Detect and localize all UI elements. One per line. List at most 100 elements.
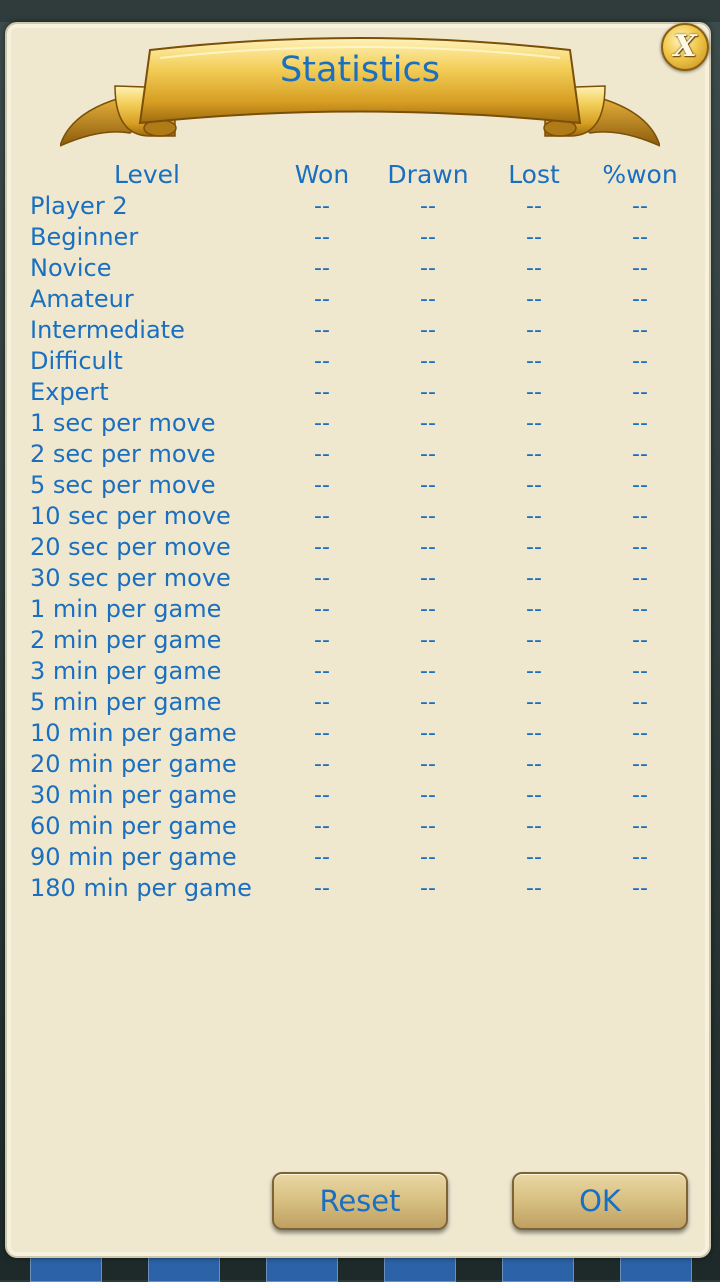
row-won-value: -- — [314, 256, 330, 281]
row-level-label: Intermediate — [30, 316, 185, 344]
table-row: Amateur -- -- -- -- — [0, 284, 720, 315]
toolbar-tab — [620, 1256, 692, 1282]
row-won-value: -- — [314, 876, 330, 901]
row-lost-value: -- — [526, 628, 542, 653]
row-drawn-value: -- — [420, 504, 436, 529]
row-pct-value: -- — [632, 411, 648, 436]
row-won-value: -- — [314, 473, 330, 498]
row-lost-value: -- — [526, 194, 542, 219]
row-pct-value: -- — [632, 349, 648, 374]
row-won-value: -- — [314, 318, 330, 343]
table-row: 1 min per game -- -- -- -- — [0, 594, 720, 625]
row-won-value: -- — [314, 752, 330, 777]
row-level-label: Expert — [30, 378, 109, 406]
row-won-value: -- — [314, 690, 330, 715]
table-row: Novice -- -- -- -- — [0, 253, 720, 284]
row-level-label: 20 min per game — [30, 750, 237, 778]
row-won-value: -- — [314, 411, 330, 436]
row-pct-value: -- — [632, 783, 648, 808]
row-won-value: -- — [314, 194, 330, 219]
row-won-value: -- — [314, 628, 330, 653]
table-row: 3 min per game -- -- -- -- — [0, 656, 720, 687]
row-lost-value: -- — [526, 473, 542, 498]
row-level-label: 10 sec per move — [30, 502, 231, 530]
column-header-pct-won: %won — [602, 160, 678, 189]
table-row: Difficult -- -- -- -- — [0, 346, 720, 377]
row-pct-value: -- — [632, 318, 648, 343]
row-drawn-value: -- — [420, 597, 436, 622]
table-row: 5 min per game -- -- -- -- — [0, 687, 720, 718]
row-won-value: -- — [314, 783, 330, 808]
row-drawn-value: -- — [420, 752, 436, 777]
row-pct-value: -- — [632, 194, 648, 219]
row-lost-value: -- — [526, 380, 542, 405]
close-icon: X — [673, 29, 697, 64]
row-pct-value: -- — [632, 473, 648, 498]
row-lost-value: -- — [526, 225, 542, 250]
row-lost-value: -- — [526, 845, 542, 870]
row-level-label: 20 sec per move — [30, 533, 231, 561]
row-level-label: 90 min per game — [30, 843, 237, 871]
row-won-value: -- — [314, 225, 330, 250]
close-button[interactable]: X — [661, 23, 709, 71]
row-won-value: -- — [314, 504, 330, 529]
toolbar-tab — [266, 1256, 338, 1282]
row-pct-value: -- — [632, 535, 648, 560]
row-pct-value: -- — [632, 628, 648, 653]
row-lost-value: -- — [526, 256, 542, 281]
table-row: 5 sec per move -- -- -- -- — [0, 470, 720, 501]
row-won-value: -- — [314, 535, 330, 560]
toolbar-tab — [384, 1256, 456, 1282]
row-lost-value: -- — [526, 411, 542, 436]
row-drawn-value: -- — [420, 535, 436, 560]
row-lost-value: -- — [526, 318, 542, 343]
row-drawn-value: -- — [420, 287, 436, 312]
row-drawn-value: -- — [420, 690, 436, 715]
row-pct-value: -- — [632, 721, 648, 746]
row-pct-value: -- — [632, 845, 648, 870]
reset-button[interactable]: Reset — [272, 1172, 448, 1230]
table-row: 10 sec per move -- -- -- -- — [0, 501, 720, 532]
row-level-label: 3 min per game — [30, 657, 222, 685]
table-row: 60 min per game -- -- -- -- — [0, 811, 720, 842]
table-row: 20 min per game -- -- -- -- — [0, 749, 720, 780]
row-drawn-value: -- — [420, 194, 436, 219]
row-level-label: Player 2 — [30, 192, 128, 220]
table-row: 10 min per game -- -- -- -- — [0, 718, 720, 749]
row-level-label: 1 min per game — [30, 595, 222, 623]
row-won-value: -- — [314, 566, 330, 591]
table-row: 2 sec per move -- -- -- -- — [0, 439, 720, 470]
row-drawn-value: -- — [420, 783, 436, 808]
table-row: Player 2 -- -- -- -- — [0, 191, 720, 222]
row-won-value: -- — [314, 349, 330, 374]
row-lost-value: -- — [526, 442, 542, 467]
row-level-label: 60 min per game — [30, 812, 237, 840]
table-row: 30 sec per move -- -- -- -- — [0, 563, 720, 594]
row-won-value: -- — [314, 380, 330, 405]
row-drawn-value: -- — [420, 349, 436, 374]
row-pct-value: -- — [632, 225, 648, 250]
row-lost-value: -- — [526, 597, 542, 622]
row-lost-value: -- — [526, 566, 542, 591]
row-level-label: 1 sec per move — [30, 409, 216, 437]
column-header-drawn: Drawn — [387, 160, 469, 189]
table-row: Expert -- -- -- -- — [0, 377, 720, 408]
row-pct-value: -- — [632, 380, 648, 405]
row-lost-value: -- — [526, 659, 542, 684]
table-row: 90 min per game -- -- -- -- — [0, 842, 720, 873]
row-level-label: Novice — [30, 254, 112, 282]
row-drawn-value: -- — [420, 442, 436, 467]
row-drawn-value: -- — [420, 876, 436, 901]
row-pct-value: -- — [632, 690, 648, 715]
ok-button[interactable]: OK — [512, 1172, 688, 1230]
row-lost-value: -- — [526, 287, 542, 312]
row-level-label: Amateur — [30, 285, 134, 313]
table-row: Intermediate -- -- -- -- — [0, 315, 720, 346]
row-won-value: -- — [314, 659, 330, 684]
row-won-value: -- — [314, 845, 330, 870]
row-level-label: 2 sec per move — [30, 440, 216, 468]
status-bar — [0, 0, 720, 22]
row-lost-value: -- — [526, 876, 542, 901]
row-drawn-value: -- — [420, 318, 436, 343]
row-pct-value: -- — [632, 504, 648, 529]
